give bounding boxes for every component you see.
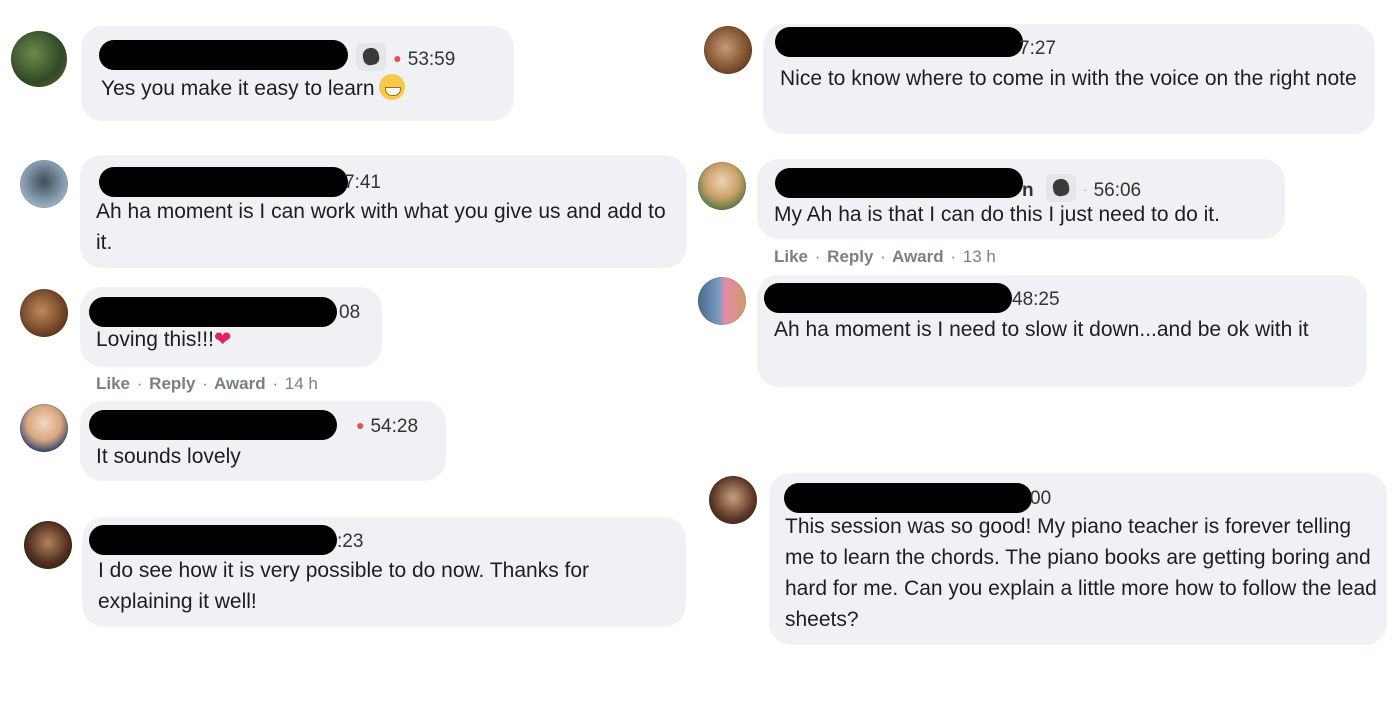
separator: · [136,374,143,393]
comment-text-body: Loving this!!! [96,328,214,351]
redacted-name [775,168,1023,198]
comment-meta: 7:41 [344,172,381,194]
avatar[interactable] [698,162,746,210]
avatar[interactable] [709,476,757,524]
top-fan-badge-icon [356,43,386,71]
comment-age[interactable]: 13 h [963,247,996,266]
avatar[interactable] [20,404,68,452]
comment-text: Ah ha moment is I need to slow it down..… [774,318,1309,341]
comment-actions: Like · Reply · Award · 14 h [96,374,320,394]
comment-actions: Like · Reply · Award · 13 h [774,247,998,267]
comment-age[interactable]: 14 h [285,374,318,393]
comment-timestamp[interactable]: 48:25 [1012,289,1060,310]
avatar[interactable] [20,160,68,208]
name-tail[interactable]: n [1022,180,1034,201]
redacted-name [784,483,1032,513]
comment-meta: 00 [1030,488,1051,510]
redacted-name [764,283,1012,313]
comment-timestamp[interactable]: :23 [337,531,363,552]
redacted-name [99,40,348,70]
top-fan-badge-icon [1045,174,1076,202]
redacted-name [89,525,337,555]
redacted-name [775,27,1023,57]
reply-link[interactable]: Reply [149,374,195,393]
separator: · [202,374,208,393]
comment-text: My Ah ha is that I can do this I just ne… [774,203,1220,226]
separator: · [950,247,957,266]
grinning-face-emoji-icon [378,74,405,100]
comment-meta: 08 [339,302,360,324]
comment-meta: 7:27 [1019,38,1056,60]
separator: · [814,247,821,266]
award-link[interactable]: Award [214,374,266,393]
comment-text: I do see how it is very possible to do n… [98,559,590,613]
comment-timestamp[interactable]: 7:41 [344,172,381,193]
separator: · [880,247,886,266]
comment-timestamp[interactable]: 56:06 [1094,180,1142,201]
red-heart-emoji-icon: ❤ [213,328,232,351]
comment-timestamp[interactable]: 7:27 [1019,38,1056,59]
like-link[interactable]: Like [96,374,130,393]
comment-text: Ah ha moment is I can work with what you… [96,200,666,254]
comment-text-body: Yes you make it easy to learn [101,77,375,100]
comment-timestamp[interactable]: 53:59 [408,49,456,70]
like-link[interactable]: Like [774,247,808,266]
comment-text: Loving this!!!❤ [96,324,376,355]
separator: · [272,374,279,393]
comment-text: This session was so good! My piano teach… [785,515,1377,631]
comment-meta: 48:25 [1012,289,1060,311]
comment-timestamp[interactable]: 00 [1030,488,1051,509]
avatar[interactable] [20,289,68,337]
redacted-name [89,410,337,440]
comment-text: Nice to know where to come in with the v… [780,67,1357,90]
comment-meta: ● 54:28 [354,416,418,438]
comment-text: Yes you make it easy to learn [101,73,501,104]
separator-dot: · [1082,181,1088,197]
comment-timestamp[interactable]: 08 [339,302,360,323]
comment-timestamp[interactable]: 54:28 [370,416,418,437]
award-link[interactable]: Award [892,247,944,266]
avatar[interactable] [24,521,72,569]
avatar[interactable] [11,31,67,87]
reply-link[interactable]: Reply [827,247,873,266]
separator-dot: ● [393,50,402,66]
separator-dot: ● [356,417,365,433]
avatar[interactable] [698,277,746,325]
redacted-name [99,167,348,197]
comment-text: It sounds lovely [96,445,241,468]
comment-meta: ● 53:59 [356,43,455,71]
comment-meta: n · 56:06 [1022,174,1141,202]
comment-meta: :23 [337,531,363,553]
redacted-name [89,297,337,327]
avatar[interactable] [704,26,752,74]
